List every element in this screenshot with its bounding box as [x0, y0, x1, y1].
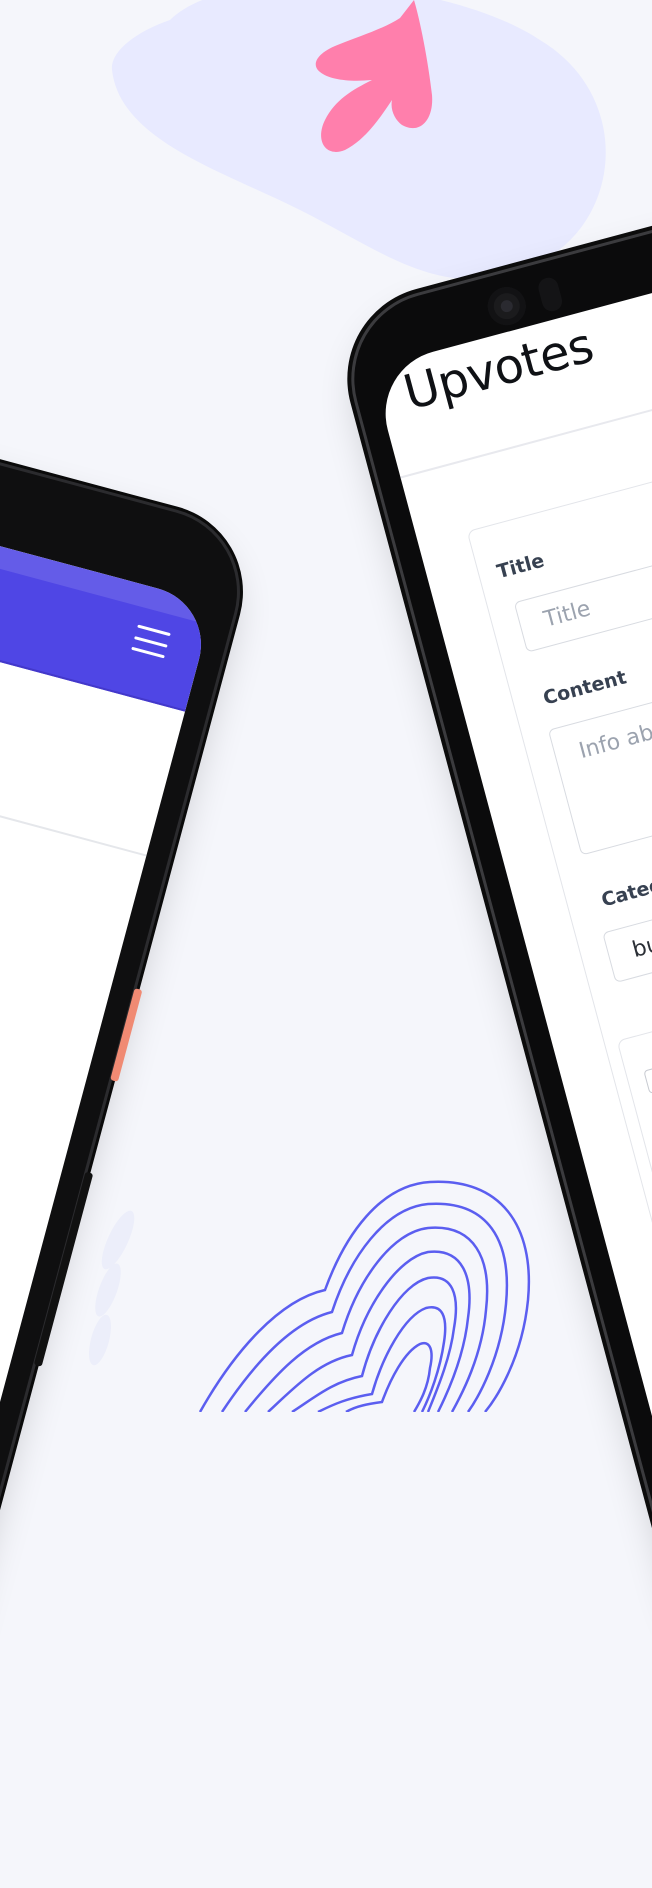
menu-icon[interactable]	[131, 624, 171, 659]
category-label: Categor	[599, 868, 652, 912]
title-label: Title	[494, 549, 547, 584]
front-camera-icon	[483, 282, 531, 330]
contour-lines-decoration	[198, 1180, 531, 1412]
content-divider	[0, 715, 147, 857]
page-title: Upvotes	[397, 317, 600, 422]
content-label: Content	[540, 666, 629, 710]
proximity-sensor	[536, 275, 565, 314]
faint-plant-decoration	[89, 1210, 135, 1366]
